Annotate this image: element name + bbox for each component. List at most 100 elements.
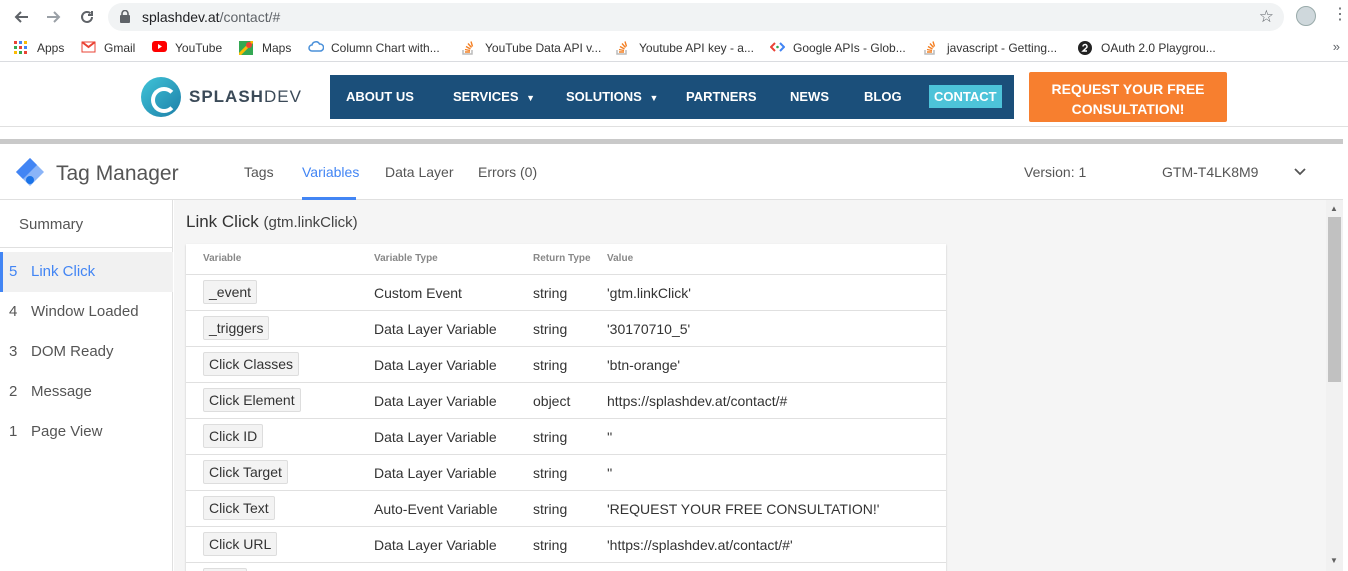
bookmark-gmail[interactable]: Gmail — [81, 40, 135, 56]
address-bar[interactable]: splashdev.at/contact/# ☆ — [108, 3, 1284, 31]
table-row-partial — [186, 562, 946, 571]
bookmark-column-chart[interactable]: Column Chart with... — [308, 40, 440, 56]
variable-name-chip: Click URL — [203, 532, 278, 556]
cta-line-1: REQUEST YOUR FREE — [1051, 81, 1205, 97]
sidebar-summary[interactable]: Summary — [19, 216, 83, 233]
scrollbar-thumb[interactable] — [1328, 217, 1341, 382]
oauth-icon — [1078, 41, 1092, 55]
site-header: SPLASHDEV ABOUT US SERVICES ▼ SOLUTIONS … — [0, 63, 1348, 141]
return-type-cell: string — [533, 465, 568, 481]
return-type-cell: string — [533, 537, 568, 553]
return-type-cell: object — [533, 393, 571, 409]
bookmark-maps[interactable]: Maps — [237, 39, 291, 57]
sidebar-divider — [0, 247, 173, 248]
event-title: Link Click (gtm.linkClick) — [186, 212, 358, 231]
profile-avatar[interactable] — [1296, 6, 1316, 26]
event-item-link-click[interactable]: 5 Link Click — [0, 252, 173, 292]
more-bookmarks-icon[interactable]: » — [1333, 39, 1340, 54]
bookmark-youtube-data-api[interactable]: YouTube Data API v... — [462, 40, 601, 56]
browser-toolbar: splashdev.at/contact/# ☆ ⋮ — [0, 0, 1348, 34]
variable-type-cell: Data Layer Variable — [374, 537, 497, 553]
site-divider — [0, 126, 1348, 127]
services-caret-icon: ▼ — [526, 93, 536, 103]
reload-icon[interactable] — [76, 6, 98, 28]
return-type-cell: string — [533, 357, 568, 373]
nav-services[interactable]: SERVICES ▼ — [453, 89, 535, 104]
event-label: DOM Ready — [31, 343, 114, 360]
variable-type-cell: Custom Event — [374, 285, 462, 301]
bookmark-apps[interactable]: Apps — [14, 40, 64, 56]
event-number: 5 — [9, 263, 18, 280]
scroll-down-arrow-icon[interactable]: ▼ — [1330, 556, 1338, 565]
tab-data-layer[interactable]: Data Layer — [385, 164, 453, 180]
apps-grid-icon — [14, 41, 28, 55]
bookmark-oauth-playground[interactable]: OAuth 2.0 Playgrou... — [1078, 40, 1216, 56]
bookmark-google-apis[interactable]: Google APIs - Glob... — [769, 40, 906, 56]
event-item-window-loaded[interactable]: 4 Window Loaded — [0, 292, 173, 332]
browser-menu-icon[interactable]: ⋮ — [1332, 7, 1348, 23]
variable-type-cell: Auto-Event Variable — [374, 501, 498, 517]
event-number: 2 — [9, 383, 18, 400]
value-cell: 'REQUEST YOUR FREE CONSULTATION!' — [607, 501, 880, 517]
event-number: 3 — [9, 343, 18, 360]
back-arrow-icon[interactable] — [10, 6, 32, 28]
column-header-return-type: Return Type — [533, 253, 591, 264]
return-type-cell: string — [533, 285, 568, 301]
container-version: Version: 1 — [1024, 164, 1087, 180]
variable-name-chip: Click Text — [203, 496, 275, 520]
tag-manager-title: Tag Manager — [56, 162, 179, 185]
site-main-nav: ABOUT US SERVICES ▼ SOLUTIONS ▼ PARTNERS… — [330, 75, 1014, 119]
vertical-scrollbar[interactable]: ▲ ▼ — [1326, 200, 1343, 571]
bookmarks-bar: Apps Gmail YouTube Maps Column Chart wit… — [0, 34, 1348, 62]
nav-blog[interactable]: BLOG — [864, 89, 902, 104]
event-item-dom-ready[interactable]: 3 DOM Ready — [0, 332, 173, 372]
value-cell: https://splashdev.at/contact/# — [607, 393, 788, 409]
table-row: Click Target Data Layer Variable string … — [186, 454, 946, 490]
variables-table: Variable Variable Type Return Type Value… — [186, 244, 946, 571]
variable-name-chip: Click Element — [203, 388, 301, 412]
event-label: Message — [31, 383, 92, 400]
bookmark-youtube-api-key[interactable]: Youtube API key - a... — [616, 40, 754, 56]
variable-name-chip: Click ID — [203, 424, 264, 448]
nav-solutions[interactable]: SOLUTIONS ▼ — [566, 89, 658, 104]
nav-partners[interactable]: PARTNERS — [686, 89, 757, 104]
variable-type-cell: Data Layer Variable — [374, 465, 497, 481]
cta-line-2: CONSULTATION! — [1071, 101, 1185, 117]
table-row: Click Text Auto-Event Variable string 'R… — [186, 490, 946, 526]
table-row: Click URL Data Layer Variable string 'ht… — [186, 526, 946, 562]
youtube-icon — [152, 41, 167, 55]
splashdev-logo-mark — [141, 77, 181, 117]
maps-icon — [237, 39, 255, 57]
tab-tags[interactable]: Tags — [244, 164, 274, 180]
value-cell: 'gtm.linkClick' — [607, 285, 691, 301]
scroll-up-arrow-icon[interactable]: ▲ — [1330, 204, 1338, 213]
event-label: Page View — [31, 423, 103, 440]
nav-news[interactable]: NEWS — [790, 89, 829, 104]
forward-arrow-icon[interactable] — [43, 6, 65, 28]
request-consultation-button[interactable]: REQUEST YOUR FREE CONSULTATION! — [1029, 72, 1227, 122]
bookmark-youtube[interactable]: YouTube — [152, 40, 222, 56]
return-type-cell: string — [533, 429, 568, 445]
nav-about-us[interactable]: ABOUT US — [346, 89, 414, 104]
event-number: 4 — [9, 303, 18, 320]
variable-type-cell: Data Layer Variable — [374, 429, 497, 445]
bookmark-star-icon[interactable]: ☆ — [1259, 7, 1274, 27]
tab-variables[interactable]: Variables — [302, 164, 359, 180]
event-item-message[interactable]: 2 Message — [0, 372, 173, 412]
nav-contact[interactable]: CONTACT — [929, 85, 1002, 108]
event-item-page-view[interactable]: 1 Page View — [0, 412, 173, 452]
splashdev-logo[interactable]: SPLASHDEV — [141, 77, 302, 117]
tab-errors[interactable]: Errors (0) — [478, 164, 537, 180]
lock-icon — [120, 9, 130, 28]
variables-panel: Link Click (gtm.linkClick) Variable Vari… — [174, 200, 1326, 571]
chevron-down-icon[interactable] — [1292, 163, 1308, 179]
solutions-caret-icon: ▼ — [649, 93, 659, 103]
value-cell: '' — [607, 465, 613, 481]
variable-name-chip: _triggers — [203, 316, 270, 340]
bookmark-javascript[interactable]: javascript - Getting... — [924, 40, 1057, 56]
event-subtitle: (gtm.linkClick) — [263, 214, 358, 231]
google-apis-icon — [769, 41, 786, 55]
event-number: 1 — [9, 423, 18, 440]
table-row: Click ID Data Layer Variable string '' — [186, 418, 946, 454]
splashdev-wordmark: SPLASHDEV — [189, 87, 302, 106]
